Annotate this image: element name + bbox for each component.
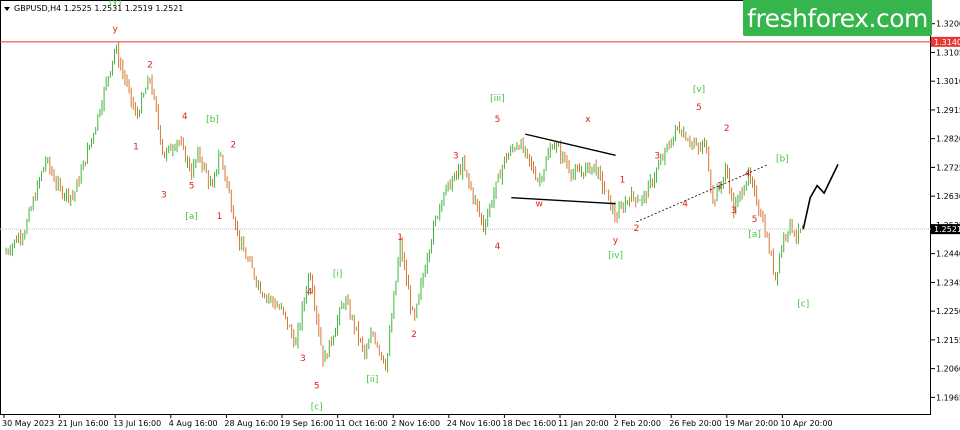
wave-label: [ii] (366, 375, 378, 385)
wave-label: 1 (397, 233, 403, 243)
plot-frame (0, 0, 931, 415)
wave-label: 4 (495, 242, 501, 252)
y-tick-label: 1.2155 (936, 336, 960, 345)
x-tick-label: 2 Feb 20:00 (614, 419, 661, 428)
price-axis: 1.3200 1.3105 1.3010 1.2915 1.2820 1.2725 1.26… (931, 20, 960, 402)
wave-label: [b] (206, 115, 219, 125)
wave-label: [b] (776, 154, 789, 164)
x-tick-label: 18 Dec 16:00 (502, 419, 556, 428)
current-price-label: 1.2521 (934, 225, 960, 234)
wave-label: 2 (230, 141, 236, 151)
x-tick-label: 30 May 2023 (2, 419, 54, 428)
wave-label: 5 (314, 381, 320, 391)
wave-label: 3 (654, 151, 660, 161)
wave-label: y (613, 236, 619, 246)
y-tick-label: 1.2345 (936, 278, 960, 287)
y-tick-label: 1.1965 (936, 393, 960, 402)
wave-label: [c] (797, 300, 809, 310)
y-tick-label: 1.3105 (936, 48, 960, 57)
wave-label: 4 (182, 112, 188, 122)
y-tick-label: 1.2915 (936, 106, 960, 115)
x-tick-label: 4 Aug 16:00 (169, 419, 218, 428)
y-tick-label: 1.2250 (936, 307, 960, 316)
x-tick-label: 19 Mar 20:00 (725, 419, 778, 428)
x-tick-label: 21 Jun 16:00 (58, 419, 109, 428)
wave-label: 5 (696, 103, 702, 113)
wave-label: [c] (311, 402, 323, 412)
x-tick-label: 28 Aug 16:00 (224, 419, 278, 428)
symbol-header: GBPUSD,H4 1.2525 1.2531 1.2519 1.2521 (14, 4, 183, 13)
wave-label: [i] (333, 269, 343, 279)
x-tick-label: 11 Oct 16:00 (336, 419, 388, 428)
price-chart: [y]y214 [b]235[a] 1435[c][i][ii]12345[iii]… (0, 0, 960, 428)
wave-label: 1 (717, 182, 723, 192)
y-tick-label: 1.2820 (936, 135, 960, 144)
wave-label: 3 (161, 191, 167, 201)
wave-label: w (535, 200, 542, 210)
wave-label: 5 (189, 182, 195, 192)
y-tick-label: 1.2060 (936, 365, 960, 374)
x-tick-label: 19 Sep 16:00 (280, 419, 333, 428)
wave-label: 4 (682, 200, 688, 210)
x-tick-label: 2 Nov 16:00 (391, 419, 440, 428)
y-tick-label: 1.2725 (936, 163, 960, 172)
wave-label: 1 (133, 142, 139, 152)
wave-label: 3 (300, 354, 306, 364)
wave-label: 2 (724, 124, 730, 134)
wave-label: 3 (731, 206, 737, 216)
y-tick-label: 1.2440 (936, 250, 960, 259)
wave-label: 5 (495, 115, 501, 125)
freshforex-logo: freshforex.com (743, 0, 932, 36)
time-axis: 30 May 2023 21 Jun 16:00 13 Jul 16:00 4 Aug… (2, 414, 833, 428)
wave-label: 4 (745, 169, 751, 179)
logo-text: freshforex.com (747, 3, 928, 33)
x-tick-label: 24 Nov 16:00 (447, 419, 501, 428)
wave-label: 1 (217, 212, 223, 222)
wave-label: 3 (453, 151, 459, 161)
wave-label: 4 (307, 287, 313, 297)
wave-label: 2 (411, 330, 417, 340)
x-tick-label: 11 Jan 20:00 (558, 419, 609, 428)
wave-label: [a] (748, 230, 761, 240)
y-tick-label: 1.3200 (936, 20, 960, 29)
wave-label: [iv] (608, 251, 623, 261)
wave-label: [v] (693, 85, 705, 95)
wave-label: x (585, 115, 591, 125)
wave-label: 5 (752, 215, 758, 225)
x-tick-label: 13 Jul 16:00 (113, 419, 161, 428)
wave-label: [a] (185, 212, 198, 222)
wave-label: 1 (620, 176, 626, 186)
x-tick-label: 10 Apr 20:00 (780, 419, 832, 428)
resistance-level-price: 1.3140 (934, 38, 960, 47)
wave-label: 2 (147, 61, 153, 71)
x-tick-label: 26 Feb 20:00 (669, 419, 721, 428)
y-tick-label: 1.2630 (936, 192, 960, 201)
wave-label: [iii] (490, 94, 505, 104)
y-tick-label: 1.3010 (936, 77, 960, 86)
wave-label: y (113, 24, 119, 34)
